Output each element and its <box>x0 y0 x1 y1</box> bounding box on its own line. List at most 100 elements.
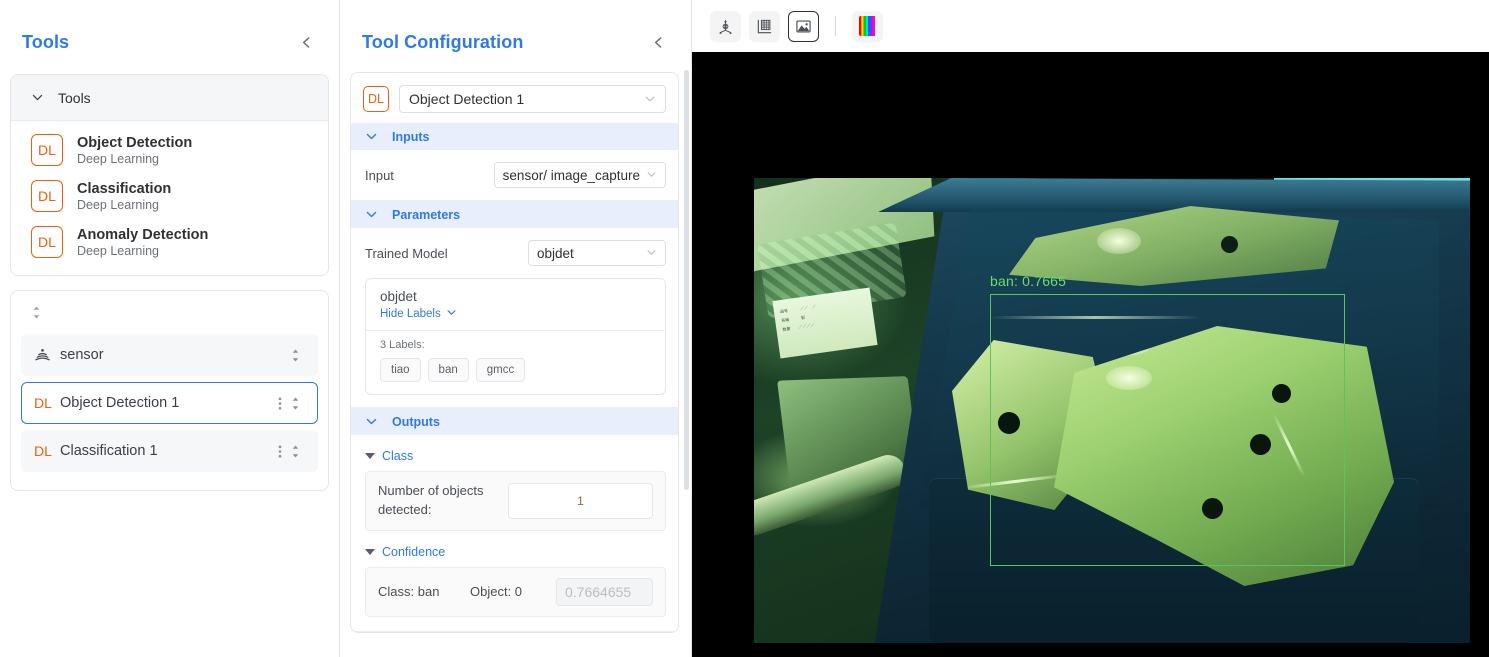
tools-panel: Tools Tools DL Object Detection Deep Lea… <box>0 0 340 657</box>
dl-badge-icon: DL <box>31 226 63 258</box>
input-field-label: Input <box>365 167 394 183</box>
tool-item-name: Object Detection <box>77 134 193 151</box>
label-chip: gmcc <box>475 358 526 382</box>
model-details-header: objdet Hide Labels <box>366 279 665 330</box>
sensor-icon <box>34 347 60 364</box>
reorder-handle-icon[interactable] <box>286 396 305 411</box>
section-inputs[interactable]: Inputs <box>351 123 678 150</box>
hide-labels-toggle[interactable]: Hide Labels <box>380 307 651 321</box>
confidence-value[interactable]: 0.7664655 <box>556 577 653 606</box>
dl-badge-icon: DL <box>363 86 389 112</box>
objects-detected-label: Number of objects detected: <box>378 483 484 517</box>
chevron-down-icon <box>446 307 457 321</box>
label-chip: tiao <box>380 358 421 382</box>
section-outputs[interactable]: Outputs <box>351 408 678 435</box>
input-field-row: Input sensor/ image_capture <box>351 150 678 200</box>
output-group-class-label: Class <box>382 449 414 463</box>
pipeline-item-object-detection-1[interactable]: DL Object Detection 1 <box>21 382 318 424</box>
tool-select-value: Object Detection 1 <box>409 91 525 107</box>
model-name: objdet <box>380 289 417 304</box>
objects-detected-box: Number of objects detected: 1 <box>365 471 666 531</box>
scene-specular <box>1097 228 1141 254</box>
trained-model-value: objdet <box>537 245 574 261</box>
section-parameters[interactable]: Parameters <box>351 201 678 228</box>
tool-selector-row: DL Object Detection 1 <box>351 73 678 123</box>
tool-item-subtitle: Deep Learning <box>77 151 160 166</box>
pipeline-item-label: Object Detection 1 <box>60 395 180 411</box>
colormap-swatch <box>858 16 877 36</box>
depth-map-icon[interactable] <box>749 10 780 42</box>
input-source-value: sensor/ image_capture <box>502 167 640 183</box>
config-scroll-area: DL Object Detection 1 Inputs Input senso… <box>340 62 691 657</box>
more-options-icon[interactable] <box>274 396 286 411</box>
scene-part-hole <box>1221 236 1238 253</box>
reorder-handle-icon[interactable] <box>286 348 305 363</box>
pipeline-sort-handle[interactable] <box>21 299 318 334</box>
pipeline-card: sensor DL Object Detection 1 DL Classifi… <box>10 290 329 491</box>
section-parameters-label: Parameters <box>392 207 461 222</box>
tool-item-classification[interactable]: DL Classification Deep Learning <box>11 173 328 219</box>
app-root: Tools Tools DL Object Detection Deep Lea… <box>0 0 1489 657</box>
point-cloud-icon[interactable] <box>710 10 741 42</box>
tools-list: DL Object Detection Deep Learning DL Cla… <box>11 121 328 275</box>
pipeline-item-classification-1[interactable]: DL Classification 1 <box>21 430 318 472</box>
section-inputs-label: Inputs <box>392 129 430 144</box>
image-canvas[interactable]: 函号 ／／ ／名稱 板数量 ／／／／ ban: 0.7665 <box>692 52 1489 657</box>
dl-badge-icon: DL <box>34 443 52 459</box>
reorder-handle-icon[interactable] <box>286 444 305 459</box>
chevron-left-icon[interactable] <box>295 31 317 53</box>
hide-labels-text: Hide Labels <box>380 308 441 320</box>
label-chip: ban <box>427 358 469 382</box>
dl-badge-icon: DL <box>31 180 63 212</box>
tool-configuration-panel: Tool Configuration DL Object Detection 1 <box>340 0 692 657</box>
output-group-confidence[interactable]: Confidence <box>351 531 678 567</box>
tool-item-anomaly-detection[interactable]: DL Anomaly Detection Deep Learning <box>11 219 328 265</box>
labels-count: 3 Labels: <box>380 339 425 351</box>
chevron-down-icon <box>646 246 657 261</box>
image-viewer-panel: 函号 ／／ ／名稱 板数量 ／／／／ ban: 0.7665 <box>692 0 1489 657</box>
config-card: DL Object Detection 1 Inputs Input senso… <box>350 72 679 633</box>
colormap-icon[interactable] <box>852 10 883 42</box>
tool-item-subtitle: Deep Learning <box>77 243 160 258</box>
more-options-icon[interactable] <box>274 444 286 459</box>
toolbar-separator <box>835 16 836 36</box>
tool-item-subtitle: Deep Learning <box>77 197 160 212</box>
pipeline-item-sensor[interactable]: sensor <box>21 334 318 376</box>
chevron-down-icon <box>644 93 656 105</box>
config-scrollbar[interactable] <box>684 70 689 490</box>
confidence-object: Object: 0 <box>470 584 523 600</box>
chevron-down-icon <box>365 208 378 221</box>
dl-badge-icon: DL <box>31 134 63 166</box>
scene-paper-tag: 函号 ／／ ／名稱 板数量 ／／／／ <box>772 287 878 359</box>
dl-badge-icon: DL <box>34 395 52 411</box>
tool-select[interactable]: Object Detection 1 <box>399 85 666 113</box>
confidence-class: Class: ban <box>378 584 440 600</box>
tools-panel-header: Tools <box>0 0 339 62</box>
chevron-left-icon[interactable] <box>647 31 669 53</box>
tool-item-object-detection[interactable]: DL Object Detection Deep Learning <box>11 127 328 173</box>
tools-group-header[interactable]: Tools <box>11 75 328 121</box>
captured-image: 函号 ／／ ／名稱 板数量 ／／／／ ban: 0.7665 <box>754 178 1470 643</box>
scene-bin-rim <box>878 178 1470 212</box>
model-details-box: objdet Hide Labels 3 Labels: tiao ban gm… <box>365 278 666 395</box>
config-panel-title: Tool Configuration <box>362 31 524 52</box>
section-outputs-label: Outputs <box>392 414 440 429</box>
divider <box>351 630 678 632</box>
pipeline-item-label: sensor <box>60 347 104 363</box>
tool-item-name: Classification <box>77 180 172 197</box>
chevron-down-icon <box>31 91 44 104</box>
objects-detected-value[interactable]: 1 <box>508 482 653 519</box>
image-icon[interactable] <box>788 10 819 42</box>
tool-item-name: Anomaly Detection <box>77 226 209 243</box>
input-source-select[interactable]: sensor/ image_capture <box>493 162 666 188</box>
chevron-down-icon <box>365 415 378 428</box>
detection-label: ban: 0.7665 <box>990 273 1067 289</box>
trained-model-label: Trained Model <box>365 245 448 261</box>
tools-panel-title: Tools <box>22 31 70 52</box>
trained-model-select[interactable]: objdet <box>528 240 666 266</box>
chevron-down-icon <box>646 168 657 183</box>
trained-model-row: Trained Model objdet <box>351 228 678 278</box>
output-group-class[interactable]: Class <box>351 435 678 471</box>
confidence-box: Class: ban Object: 0 0.7664655 <box>365 566 666 617</box>
triangle-down-icon <box>365 548 375 555</box>
